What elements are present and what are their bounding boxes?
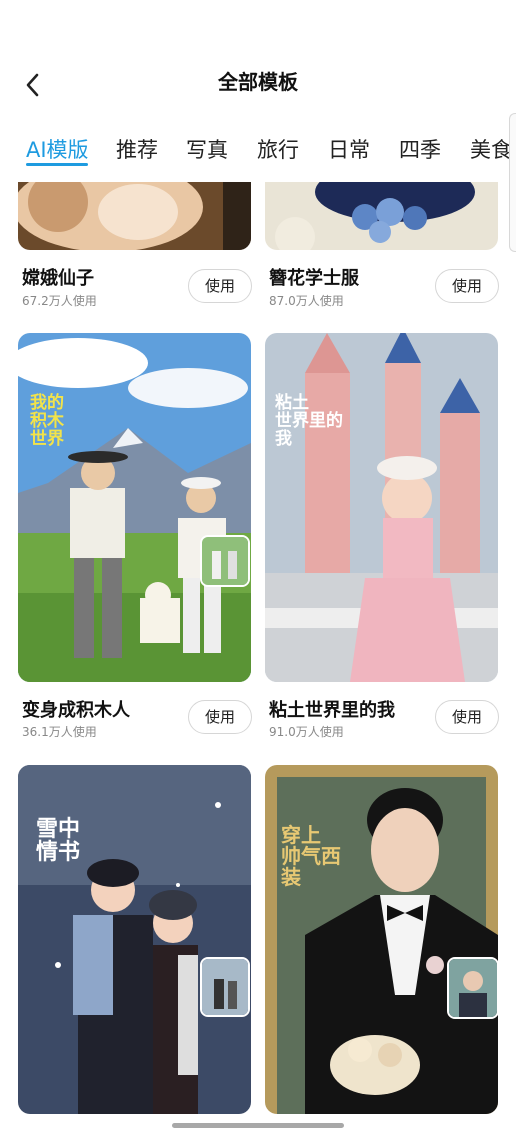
template-usage-count: 91.0万人使用	[269, 725, 344, 739]
template-usage-count: 36.1万人使用	[22, 725, 97, 739]
template-usage-count: 87.0万人使用	[269, 294, 344, 308]
tab-recommend[interactable]: 推荐	[116, 134, 158, 164]
tab-daily[interactable]: 日常	[328, 134, 370, 164]
template-card-image[interactable]	[18, 333, 251, 682]
template-name: 粘土世界里的我	[269, 700, 395, 721]
home-indicator[interactable]	[172, 1123, 344, 1128]
use-button[interactable]: 使用	[435, 269, 499, 303]
tab-travel[interactable]: 旅行	[257, 134, 299, 164]
header: 全部模板	[0, 60, 516, 104]
template-name: 变身成积木人	[22, 700, 130, 721]
page-title: 全部模板	[218, 70, 298, 94]
art-title-text: 雪中 情书	[36, 817, 81, 866]
template-card-image[interactable]	[18, 182, 251, 250]
category-tabs: AI模版 推荐 写真 旅行 日常 四季 美食	[0, 130, 516, 174]
art-title-text: 我的 积木 世界	[30, 393, 64, 449]
template-card-image[interactable]	[265, 333, 498, 682]
template-name: 簪花学士服	[269, 268, 359, 289]
user-photo-thumbnail	[447, 957, 499, 1019]
active-tab-indicator	[26, 163, 88, 166]
side-scroll-handle[interactable]	[509, 113, 516, 252]
use-button[interactable]: 使用	[188, 700, 252, 734]
use-button[interactable]: 使用	[435, 700, 499, 734]
tab-seasons[interactable]: 四季	[399, 134, 441, 164]
template-name: 嫦娥仙子	[22, 268, 94, 289]
template-usage-count: 67.2万人使用	[22, 294, 97, 308]
template-card-image[interactable]	[265, 182, 498, 250]
user-photo-thumbnail	[200, 535, 250, 587]
art-title-text: 穿上 帅气西装	[281, 823, 341, 889]
tab-ai-templates[interactable]: AI模版	[26, 134, 89, 164]
tab-food[interactable]: 美食	[470, 134, 512, 164]
tab-portrait[interactable]: 写真	[186, 134, 228, 164]
user-photo-thumbnail	[200, 957, 250, 1017]
template-card-image[interactable]	[265, 765, 498, 1114]
use-button[interactable]: 使用	[188, 269, 252, 303]
art-title-text: 粘土 世界里的我	[275, 393, 343, 449]
